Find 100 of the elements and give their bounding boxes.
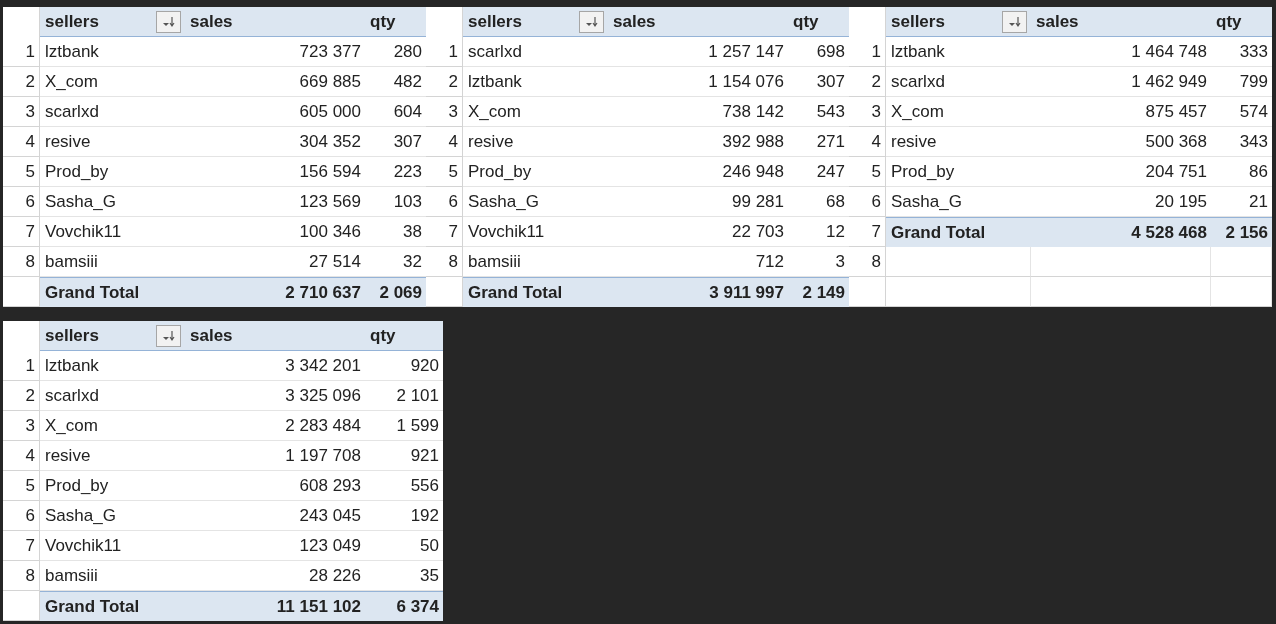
qty-value: 698 — [816, 41, 845, 62]
seller-name: Sasha_G — [891, 191, 962, 212]
qty-value: 307 — [816, 71, 845, 92]
sales-value: 875 457 — [1145, 101, 1207, 122]
sort-filter-button[interactable] — [156, 10, 181, 33]
grand-total-label: Grand Total — [45, 596, 140, 617]
row-number: 7 — [25, 221, 35, 242]
row-number: 7 — [25, 535, 35, 556]
row-number: 5 — [25, 161, 35, 182]
seller-name: Sasha_G — [45, 505, 116, 526]
row-number: 3 — [25, 101, 35, 122]
sales-value: 669 885 — [299, 71, 361, 92]
grand-total-label: Grand Total — [45, 282, 140, 303]
seller-name: resive — [891, 131, 937, 152]
seller-name: X_com — [45, 71, 98, 92]
qty-value: 50 — [420, 535, 439, 556]
column-header: sales — [190, 325, 233, 346]
row-number: 5 — [871, 161, 881, 182]
sales-value: 1 464 748 — [1131, 41, 1207, 62]
sales-value: 605 000 — [299, 101, 361, 122]
qty-value: 38 — [403, 221, 422, 242]
qty-value: 86 — [1249, 161, 1268, 182]
seller-name: Vovchik11 — [45, 221, 122, 242]
row-number: 1 — [871, 41, 881, 62]
seller-name: scarlxd — [468, 41, 522, 62]
sales-value: 99 281 — [732, 191, 784, 212]
seller-name: bamsiii — [468, 251, 521, 272]
seller-name: Prod_by — [468, 161, 532, 182]
sales-value: 1 154 076 — [708, 71, 784, 92]
qty-value: 307 — [393, 131, 422, 152]
seller-name: Sasha_G — [45, 191, 116, 212]
sales-value: 608 293 — [299, 475, 361, 496]
column-header: qty — [370, 325, 396, 346]
empty-cell — [1211, 247, 1272, 277]
sales-value: 123 049 — [299, 535, 361, 556]
seller-name: lztbank — [468, 71, 522, 92]
seller-name: Sasha_G — [468, 191, 539, 212]
sales-value: 1 462 949 — [1131, 71, 1207, 92]
column-header: sales — [613, 11, 656, 32]
row-number: 3 — [25, 415, 35, 436]
row-number: 8 — [25, 251, 35, 272]
column-header: sales — [190, 11, 233, 32]
sales-value: 712 — [755, 251, 784, 272]
sales-value: 738 142 — [722, 101, 784, 122]
qty-value: 482 — [393, 71, 422, 92]
row-number: 6 — [448, 191, 458, 212]
seller-name: X_com — [45, 415, 98, 436]
sales-value: 3 325 096 — [285, 385, 361, 406]
qty-value: 343 — [1239, 131, 1268, 152]
column-header: sellers — [45, 11, 99, 32]
qty-value: 6 374 — [396, 596, 439, 617]
seller-name: lztbank — [891, 41, 945, 62]
seller-name: Prod_by — [45, 161, 109, 182]
row-number: 5 — [448, 161, 458, 182]
qty-value: 574 — [1239, 101, 1268, 122]
seller-name: Vovchik11 — [468, 221, 545, 242]
row-number: 1 — [25, 41, 35, 62]
qty-value: 799 — [1239, 71, 1268, 92]
sales-value: 723 377 — [299, 41, 361, 62]
sales-value: 3 911 997 — [709, 282, 784, 303]
sales-value: 22 703 — [732, 221, 784, 242]
qty-value: 2 156 — [1225, 222, 1268, 243]
row-number: 2 — [25, 385, 35, 406]
qty-value: 2 069 — [379, 282, 422, 303]
column-header: sellers — [891, 11, 945, 32]
sales-value: 3 342 201 — [285, 355, 361, 376]
sales-value: 123 569 — [299, 191, 361, 212]
sales-value: 243 045 — [299, 505, 361, 526]
row-number: 5 — [25, 475, 35, 496]
sales-value: 2 283 484 — [285, 415, 361, 436]
empty-cell — [1211, 277, 1272, 307]
sales-value: 11 151 102 — [276, 596, 361, 617]
row-number: 4 — [448, 131, 458, 152]
sort-filter-button[interactable] — [579, 10, 604, 33]
column-header: sellers — [45, 325, 99, 346]
sales-value: 156 594 — [299, 161, 361, 182]
seller-name: scarlxd — [45, 385, 99, 406]
seller-name: scarlxd — [891, 71, 945, 92]
seller-name: Prod_by — [45, 475, 109, 496]
column-header: qty — [370, 11, 396, 32]
qty-value: 223 — [393, 161, 422, 182]
sales-value: 27 514 — [309, 251, 361, 272]
qty-value: 68 — [826, 191, 845, 212]
seller-name: resive — [468, 131, 514, 152]
sales-value: 304 352 — [299, 131, 361, 152]
row-number: 3 — [871, 101, 881, 122]
row-number: 4 — [25, 445, 35, 466]
row-number: 7 — [448, 221, 458, 242]
qty-value: 2 149 — [802, 282, 845, 303]
qty-value: 921 — [410, 445, 439, 466]
qty-value: 2 101 — [396, 385, 439, 406]
column-header: sales — [1036, 11, 1079, 32]
sort-filter-button[interactable] — [156, 324, 181, 347]
sort-filter-button[interactable] — [1002, 10, 1027, 33]
row-number: 6 — [871, 191, 881, 212]
row-number: 3 — [448, 101, 458, 122]
row-number: 4 — [871, 131, 881, 152]
seller-name: X_com — [468, 101, 521, 122]
row-number: 8 — [448, 251, 458, 272]
sales-value: 204 751 — [1145, 161, 1207, 182]
